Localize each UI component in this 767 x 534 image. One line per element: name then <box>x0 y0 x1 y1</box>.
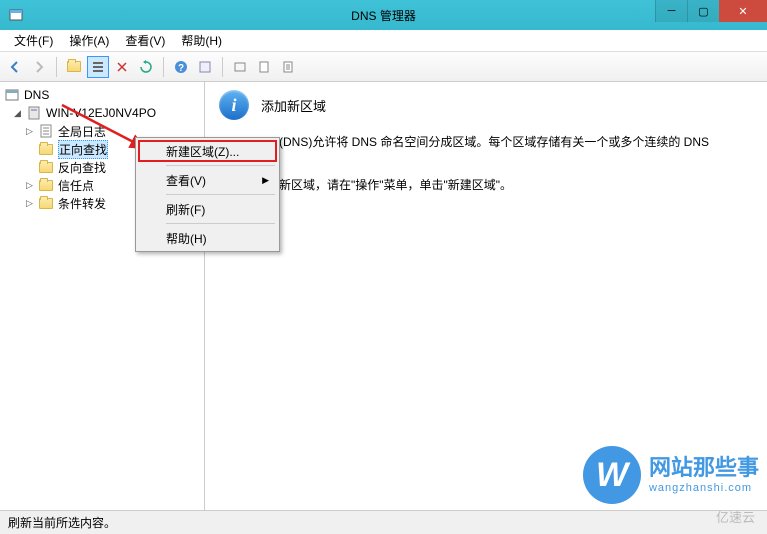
toolbar-separator <box>163 57 164 77</box>
content-area: DNS ◢ WIN-V12EJ0NV4PO ▷ 全局日志 正向查找 反向查找 ▷ <box>0 82 767 510</box>
close-button[interactable]: ✕ <box>719 0 767 22</box>
tree-label: WIN-V12EJ0NV4PO <box>46 106 156 120</box>
tree-label: 反向查找 <box>58 159 106 176</box>
detail-heading: 添加新区域 <box>261 96 326 115</box>
server-icon <box>26 105 42 121</box>
tree-root-dns[interactable]: DNS <box>2 86 202 104</box>
log-icon <box>38 123 54 139</box>
properties-button[interactable] <box>194 56 216 78</box>
menu-action[interactable]: 操作(A) <box>61 30 117 51</box>
collapse-icon[interactable]: ◢ <box>12 108 23 119</box>
export-button[interactable] <box>277 56 299 78</box>
folder-icon <box>38 141 54 157</box>
svg-text:?: ? <box>178 63 184 74</box>
delete-button[interactable] <box>111 56 133 78</box>
folder-icon <box>38 195 54 211</box>
detail-line1: (DNS)允许将 DNS 命名空间分成区域。每个区域存储有关一个或多个连续的 D… <box>219 132 753 154</box>
minimize-button[interactable]: ─ <box>655 0 687 22</box>
toolbar: ? <box>0 52 767 82</box>
menubar: 文件(F) 操作(A) 查看(V) 帮助(H) <box>0 30 767 52</box>
info-icon: i <box>219 90 249 120</box>
tree-server[interactable]: ◢ WIN-V12EJ0NV4PO <box>2 104 202 122</box>
submenu-arrow-icon: ▶ <box>262 175 269 186</box>
menu-new-zone[interactable]: 新建区域(Z)... <box>138 140 277 162</box>
maximize-button[interactable]: ▢ <box>687 0 719 22</box>
find-button[interactable] <box>253 56 275 78</box>
help-button[interactable]: ? <box>170 56 192 78</box>
menu-separator <box>166 223 275 224</box>
menu-separator <box>166 165 275 166</box>
tree-label: DNS <box>24 88 49 102</box>
expand-icon[interactable]: ▷ <box>24 126 35 137</box>
detail-pane: i 添加新区域 (DNS)允许将 DNS 命名空间分成区域。每个区域存储有关一个… <box>205 82 767 510</box>
filter-button[interactable] <box>229 56 251 78</box>
expand-icon[interactable]: ▷ <box>24 198 35 209</box>
back-button[interactable] <box>4 56 26 78</box>
window-title: DNS 管理器 <box>351 7 416 24</box>
menu-view[interactable]: 查看(V) <box>117 30 173 51</box>
menu-view[interactable]: 查看(V)▶ <box>138 169 277 191</box>
folder-icon <box>38 159 54 175</box>
window-controls: ─ ▢ ✕ <box>655 0 767 22</box>
tree-label: 正向查找 <box>58 140 108 159</box>
toolbar-separator <box>56 57 57 77</box>
list-button[interactable] <box>87 56 109 78</box>
tree-label: 条件转发 <box>58 195 106 212</box>
statusbar: 刷新当前所选内容。 <box>0 510 767 534</box>
menu-refresh[interactable]: 刷新(F) <box>138 198 277 220</box>
menu-help[interactable]: 帮助(H) <box>173 30 230 51</box>
context-menu: 新建区域(Z)... 查看(V)▶ 刷新(F) 帮助(H) <box>135 137 280 252</box>
tree-label: 全局日志 <box>58 123 106 140</box>
refresh-button[interactable] <box>135 56 157 78</box>
detail-heading-row: i 添加新区域 <box>219 90 753 120</box>
menu-file[interactable]: 文件(F) <box>6 30 61 51</box>
detail-line2: 新区域，请在"操作"菜单，单击"新建区域"。 <box>219 175 753 197</box>
app-icon <box>8 7 24 23</box>
forward-button[interactable] <box>28 56 50 78</box>
dns-icon <box>4 87 20 103</box>
toolbar-separator <box>222 57 223 77</box>
window-titlebar: DNS 管理器 ─ ▢ ✕ <box>0 0 767 30</box>
menu-separator <box>166 194 275 195</box>
up-button[interactable] <box>63 56 85 78</box>
detail-text: (DNS)允许将 DNS 命名空间分成区域。每个区域存储有关一个或多个连续的 D… <box>219 132 753 197</box>
status-text: 刷新当前所选内容。 <box>8 514 116 531</box>
folder-icon <box>38 177 54 193</box>
tree-label: 信任点 <box>58 177 94 194</box>
expand-icon[interactable]: ▷ <box>24 180 35 191</box>
menu-help[interactable]: 帮助(H) <box>138 227 277 249</box>
